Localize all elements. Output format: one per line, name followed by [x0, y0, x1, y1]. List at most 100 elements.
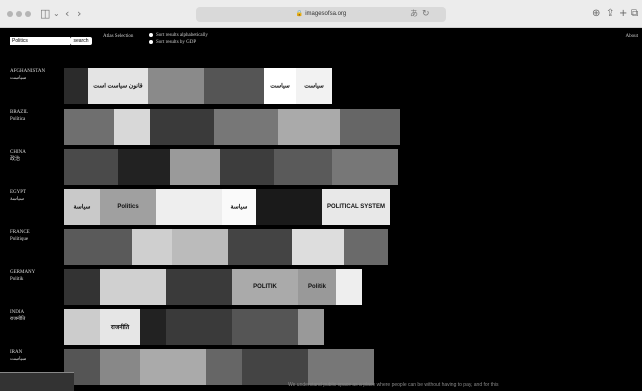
sort-gdp-option[interactable]: Sort results by GDP [149, 40, 196, 46]
image-thumbnail[interactable] [64, 68, 88, 104]
image-thumbnail[interactable] [204, 68, 264, 104]
image-thumbnail[interactable] [64, 309, 100, 345]
thumbnail-caption: سياسة [73, 204, 91, 211]
image-thumbnail[interactable] [332, 149, 398, 185]
thumbnail-caption: राजनीति [110, 325, 130, 331]
atlas-selection-link[interactable]: Atlas Selection [103, 34, 133, 39]
search-button[interactable]: search [70, 37, 92, 45]
image-thumbnail[interactable] [64, 149, 118, 185]
image-thumbnail[interactable] [114, 109, 150, 145]
image-thumbnail[interactable] [242, 349, 308, 385]
image-thumbnail[interactable]: سياسة [222, 189, 256, 225]
image-thumbnail[interactable] [214, 109, 278, 145]
thumbnail-caption: قانون سیاست است [93, 83, 143, 90]
country-name: FRANCE [10, 230, 30, 235]
image-thumbnail[interactable] [118, 149, 170, 185]
image-thumbnail[interactable] [228, 229, 292, 265]
lock-icon: 🔒 [295, 11, 304, 17]
country-label: AFGHANISTAN سیاست [10, 68, 45, 82]
image-thumbnail[interactable] [64, 229, 132, 265]
image-thumbnail[interactable] [132, 229, 172, 265]
share-icon[interactable]: ⇪ [606, 6, 614, 22]
country-label: EGYPT سياسة [10, 189, 26, 203]
minimize-window-button[interactable] [16, 11, 22, 17]
country-label: GERMANY Politik [10, 269, 35, 283]
country-name: CHINA [10, 150, 26, 155]
image-thumbnail[interactable] [206, 349, 242, 385]
image-thumbnail[interactable]: Politics [100, 189, 156, 225]
reload-icon[interactable]: ↻ [422, 6, 430, 22]
image-thumbnail[interactable] [166, 269, 232, 305]
radio-icon [149, 33, 153, 37]
thumbnail-caption: Politics [117, 204, 139, 210]
close-window-button[interactable] [7, 11, 13, 17]
footer-panel [0, 372, 74, 391]
sort-gdp-label: Sort results by GDP [156, 40, 197, 46]
back-arrow-icon[interactable]: ‹ [65, 6, 69, 22]
new-tab-icon[interactable]: + [619, 6, 627, 22]
sort-alphabetical-label: Sort results alphabetically [156, 33, 208, 39]
image-thumbnail[interactable]: POLITICAL SYSTEM [322, 189, 390, 225]
translate-icon[interactable]: あ [410, 6, 418, 22]
address-bar[interactable]: 🔒 imagesofsa.org [196, 7, 446, 22]
country-native-term: Politique [10, 237, 29, 242]
country-name: GERMANY [10, 270, 36, 275]
image-thumbnail[interactable] [140, 309, 166, 345]
image-thumbnail[interactable] [150, 109, 214, 145]
sort-alphabetical-option[interactable]: Sort results alphabetically [149, 33, 208, 39]
download-icon[interactable]: ⊕ [592, 6, 600, 22]
image-thumbnail[interactable]: قانون سیاست است [88, 68, 148, 104]
image-thumbnail[interactable]: سیاست [296, 68, 332, 104]
image-thumbnail[interactable] [274, 149, 332, 185]
sidebar-icon[interactable]: ◫ [40, 6, 50, 22]
thumbnail-caption: POLITICAL SYSTEM [327, 204, 385, 210]
country-label: IRAN سیاست [10, 349, 26, 363]
thumbnail-caption: POLITIK [253, 284, 277, 290]
image-thumbnail[interactable]: राजनीति [100, 309, 140, 345]
search-input[interactable] [10, 37, 70, 45]
forward-arrow-icon[interactable]: › [77, 6, 81, 22]
country-label: INDIA राजनीति [10, 309, 25, 323]
image-thumbnail[interactable] [140, 349, 206, 385]
image-thumbnail[interactable]: سياسة [64, 189, 100, 225]
about-link[interactable]: About [626, 34, 639, 39]
image-thumbnail[interactable] [278, 109, 340, 145]
image-thumbnail[interactable] [64, 269, 100, 305]
image-thumbnail[interactable] [344, 229, 388, 265]
footer-text: We understand public space as a place wh… [288, 382, 499, 388]
tab-overview-icon[interactable]: ⧉ [631, 6, 638, 22]
image-thumbnail[interactable] [232, 309, 298, 345]
radio-icon [149, 40, 153, 44]
image-thumbnail[interactable] [166, 309, 232, 345]
image-thumbnail[interactable]: POLITIK [232, 269, 298, 305]
image-thumbnail[interactable] [100, 349, 140, 385]
image-thumbnail[interactable] [148, 68, 204, 104]
image-thumbnail[interactable] [298, 309, 324, 345]
image-thumbnail[interactable]: Politik [298, 269, 336, 305]
browser-toolbar: ◫ ⌄ ‹ › 🔒 imagesofsa.org あ ↻ ⊕ ⇪ + ⧉ [0, 0, 642, 28]
image-thumbnail[interactable] [100, 269, 166, 305]
image-thumbnail[interactable] [64, 109, 114, 145]
thumbnail-caption: Politik [307, 284, 326, 290]
zoom-window-button[interactable] [25, 11, 31, 17]
country-native-term: Política [10, 117, 26, 122]
country-label: BRAZIL Política [10, 109, 28, 123]
image-thumbnail[interactable] [340, 109, 400, 145]
country-name: BRAZIL [10, 110, 29, 115]
image-thumbnail[interactable] [156, 189, 222, 225]
image-thumbnail[interactable] [170, 149, 220, 185]
image-thumbnail[interactable] [336, 269, 362, 305]
image-thumbnail[interactable] [256, 189, 322, 225]
country-name: INDIA [10, 310, 25, 315]
country-native-term: Politik [10, 277, 24, 282]
image-thumbnail[interactable] [308, 349, 374, 385]
thumbnail-caption: سیاست [304, 83, 324, 90]
image-thumbnail[interactable]: سیاست [264, 68, 296, 104]
country-name: EGYPT [10, 190, 27, 195]
country-native-term: سياسة [10, 197, 25, 202]
image-thumbnail[interactable] [172, 229, 228, 265]
image-thumbnail[interactable] [220, 149, 274, 185]
thumbnail-caption: سیاست [270, 83, 290, 90]
chevron-down-icon[interactable]: ⌄ [53, 6, 60, 22]
image-thumbnail[interactable] [292, 229, 344, 265]
